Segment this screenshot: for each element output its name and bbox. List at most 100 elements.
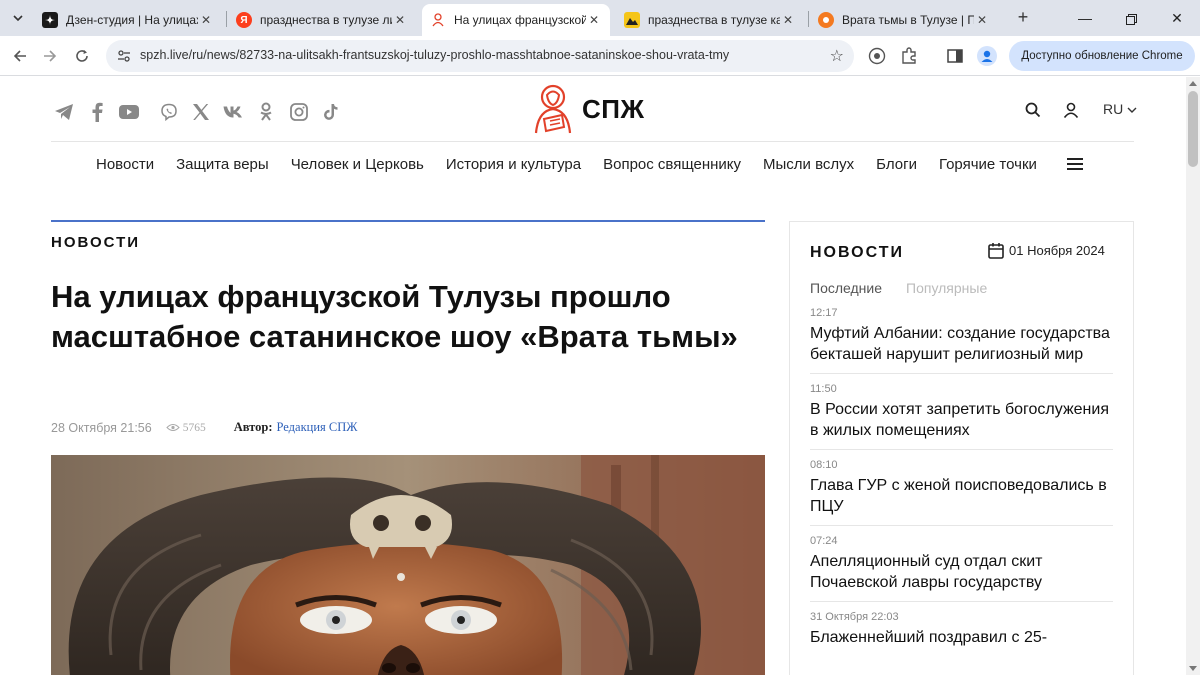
article-section-label[interactable]: НОВОСТИ [51,234,140,251]
close-window-icon[interactable]: ✕ [1154,0,1200,36]
chevron-down-icon [13,15,23,22]
odnoklassniki-icon[interactable] [255,101,277,123]
author-link[interactable]: Редакция СПЖ [277,420,358,435]
nav-item-history-culture[interactable]: История и культура [446,156,581,173]
views-count: 5765 [182,421,206,434]
article-date: 28 Октября 21:56 [51,420,152,435]
news-time: 31 Октября 22:03 [810,611,899,623]
browser-tab-spzh-active[interactable]: На улицах французской Тулузы ✕ [422,4,610,36]
article-top-border [51,220,765,222]
chrome-update-button[interactable]: Доступно обновление Chrome [1009,41,1195,71]
yandex-favicon-icon: Я [236,12,252,28]
dzen-favicon-icon [42,12,58,28]
tab-search-button[interactable] [6,6,30,30]
saint-logo-icon [534,84,572,134]
nav-item-blogs[interactable]: Блоги [876,156,917,173]
hamburger-menu-icon[interactable] [1067,158,1083,170]
list-item[interactable]: 08:10 Глава ГУР с женой поисповедовались… [810,458,1113,526]
nav-item-ask-priest[interactable]: Вопрос священнику [603,156,741,173]
browser-tab-yandex-images[interactable]: празднества в тулузе картинки ✕ [616,4,804,36]
language-code: RU [1103,101,1124,117]
new-tab-plus-icon[interactable]: + [1011,6,1035,30]
tab-title: Врата тьмы в Тулузе | Пикабу [842,13,974,27]
article-title: На улицах французской Тулузы прошло масш… [51,279,738,354]
side-panel-icon[interactable] [944,45,966,67]
news-list: 12:17 Муфтий Албании: создание государст… [810,306,1113,664]
tab-close-icon[interactable]: ✕ [198,13,214,27]
news-headline[interactable]: В России хотят запретить богослужения в … [810,399,1113,441]
telegram-icon[interactable] [53,101,75,123]
web-page: СПЖ RU Новости Защита веры Человек и Цер… [0,77,1186,675]
list-item[interactable]: 07:24 Апелляционный суд отдал скит Почае… [810,534,1113,602]
tab-latest[interactable]: Последние [810,280,882,296]
list-item[interactable]: 31 Октября 22:03 Блаженнейший поздравил … [810,610,1113,656]
minimize-icon[interactable]: — [1062,0,1108,36]
nav-item-man-and-church[interactable]: Человек и Церковь [291,156,424,173]
news-headline[interactable]: Глава ГУР с женой поисповедовались в ПЦУ [810,475,1113,517]
profile-avatar-icon[interactable] [976,45,998,67]
tiktok-icon[interactable] [320,101,342,123]
nav-item-thoughts[interactable]: Мысли вслух [763,156,854,173]
pikabu-favicon-icon [818,12,834,28]
tab-close-icon[interactable]: ✕ [392,13,408,27]
calendar-icon [988,243,1004,259]
spzh-favicon-icon [430,12,446,28]
x-twitter-icon[interactable] [190,101,212,123]
browser-tab-pikabu[interactable]: Врата тьмы в Тулузе | Пикабу ✕ [810,4,998,36]
scroll-up-arrow-icon[interactable] [1189,81,1197,86]
news-headline[interactable]: Апелляционный суд отдал скит Почаевской … [810,551,1113,593]
news-time: 11:50 [810,383,837,395]
site-settings-icon[interactable] [116,48,132,64]
address-bar[interactable]: spzh.live/ru/news/82733-na-ulitsakh-fran… [106,40,854,72]
youtube-icon[interactable] [118,101,140,123]
scrollbar-thumb[interactable] [1188,91,1198,167]
nav-item-hot-spots[interactable]: Горячие точки [939,156,1037,173]
browser-toolbar: spzh.live/ru/news/82733-na-ulitsakh-fran… [0,36,1200,76]
news-sidebar: НОВОСТИ 01 Ноября 2024 Последние Популяр… [789,221,1134,675]
nav-item-news[interactable]: Новости [96,156,154,173]
article-views: 5765 [165,421,206,434]
viber-icon[interactable] [158,101,180,123]
language-switcher[interactable]: RU [1103,101,1137,117]
extension-icon[interactable] [866,45,888,67]
vk-icon[interactable] [222,101,244,123]
tab-title: празднества в тулузе лилит [260,13,392,27]
page-scrollbar[interactable] [1186,77,1200,675]
tab-close-icon[interactable]: ✕ [586,13,602,27]
back-arrow-icon[interactable] [8,44,32,68]
restore-window-icon[interactable] [1108,0,1154,36]
chevron-down-icon [1127,107,1137,113]
sidebar-title: НОВОСТИ [810,244,905,261]
scroll-down-arrow-icon[interactable] [1189,666,1197,671]
news-headline[interactable]: Блаженнейший поздравил с 25- [810,627,1113,648]
tab-close-icon[interactable]: ✕ [780,13,796,27]
tab-separator [808,11,809,27]
reload-icon[interactable] [70,44,94,68]
extensions-puzzle-icon[interactable] [898,45,920,67]
instagram-icon[interactable] [288,101,310,123]
url-text: spzh.live/ru/news/82733-na-ulitsakh-fran… [140,48,730,62]
nav-item-faith-defense[interactable]: Защита веры [176,156,269,173]
sidebar-date[interactable]: 01 Ноября 2024 [988,242,1105,259]
news-time: 12:17 [810,307,838,319]
search-icon[interactable] [1022,99,1044,121]
news-headline[interactable]: Муфтий Албании: создание государства бек… [810,323,1113,365]
sidebar-date-text: 01 Ноября 2024 [1009,243,1105,258]
tab-popular[interactable]: Популярные [906,280,987,296]
user-account-icon[interactable] [1060,99,1082,121]
browser-tab-yandex-search[interactable]: Я празднества в тулузе лилит ✕ [228,4,416,36]
eye-icon [165,424,180,431]
site-logo[interactable]: СПЖ [530,83,644,135]
tab-close-icon[interactable]: ✕ [974,13,990,27]
bookmark-star-icon[interactable]: ☆ [830,46,844,66]
news-time: 07:24 [810,535,838,547]
list-item[interactable]: 11:50 В России хотят запретить богослуже… [810,382,1113,450]
browser-tab-dzen[interactable]: Дзен-студия | На улицах Тулузы ✕ [34,4,222,36]
list-item[interactable]: 12:17 Муфтий Албании: создание государст… [810,306,1113,374]
news-time: 08:10 [810,459,838,471]
facebook-icon[interactable] [86,101,108,123]
tab-title: На улицах французской Тулузы [454,13,586,27]
forward-arrow-icon[interactable] [38,44,62,68]
tab-title: празднества в тулузе картинки [648,13,780,27]
images-favicon-icon [624,12,640,28]
